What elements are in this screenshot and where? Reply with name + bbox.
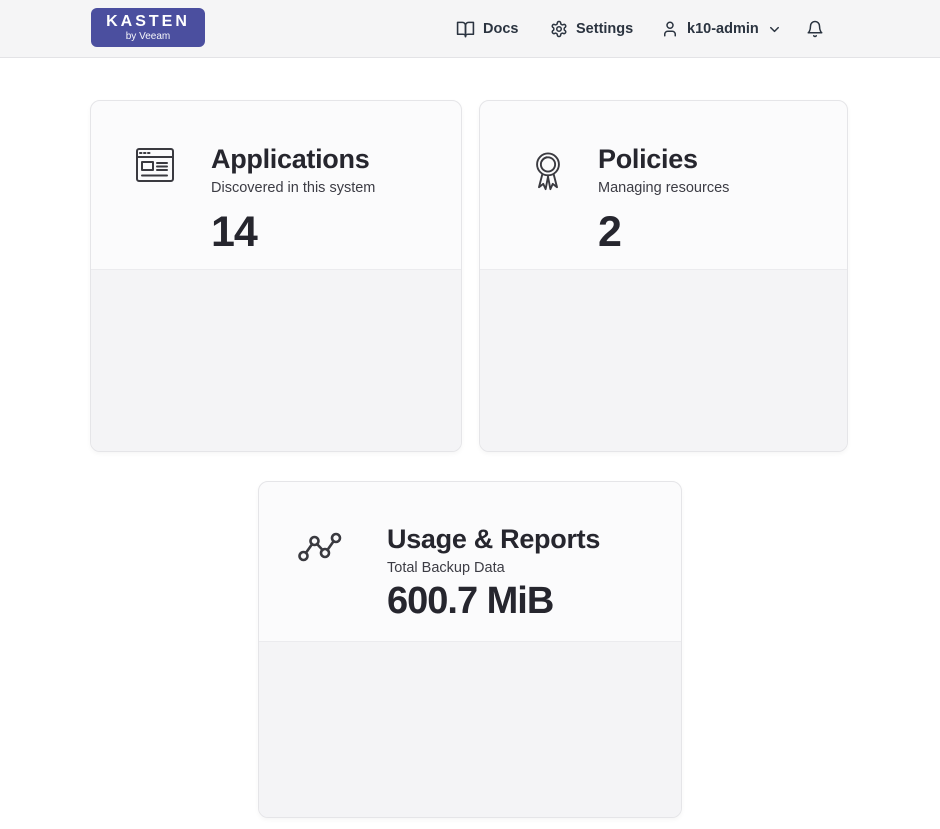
backups-section: BACKUPS Snapshots 0 B 0% Object Storage … — [259, 641, 681, 817]
usage-reports-card: Usage & Reports Total Backup Data 600.7 … — [258, 481, 682, 818]
logo-title: KASTEN — [106, 14, 190, 30]
notifications-button[interactable] — [806, 0, 824, 58]
usage-title: Usage & Reports — [387, 526, 600, 553]
docs-label: Docs — [483, 21, 518, 37]
user-label: k10-admin — [687, 21, 759, 37]
settings-label: Settings — [576, 21, 633, 37]
chevron-down-icon — [767, 22, 782, 37]
usage-subtitle: Total Backup Data — [387, 561, 505, 576]
applications-badges-section: 1 Compliant 0 Non-Compliant 13 Unmanaged — [91, 269, 461, 451]
award-ribbon-icon — [529, 149, 567, 200]
app-header: KASTEN by Veeam Docs Settings k10-admin — [0, 0, 940, 58]
gear-icon — [550, 20, 568, 38]
policies-card: Policies Managing resources 2 2 Backup P… — [479, 100, 848, 452]
applications-title: Applications — [211, 146, 369, 173]
policies-title: Policies — [598, 146, 698, 173]
chart-nodes-icon — [297, 528, 343, 571]
usage-total: 600.7 MiB — [387, 582, 553, 620]
policies-subtitle: Managing resources — [598, 181, 729, 196]
book-icon — [456, 20, 475, 39]
applications-card: Applications Discovered in this system 1… — [90, 100, 462, 452]
user-icon — [661, 20, 679, 38]
settings-link[interactable]: Settings — [550, 0, 633, 58]
docs-link[interactable]: Docs — [456, 0, 518, 58]
applications-count: 14 — [211, 211, 257, 254]
policies-count: 2 — [598, 211, 621, 254]
logo-subtitle: by Veeam — [126, 32, 170, 42]
kasten-logo[interactable]: KASTEN by Veeam — [91, 8, 205, 47]
applications-window-icon — [135, 147, 175, 188]
bell-icon — [806, 20, 824, 38]
policies-badges-section: 2 Backup Policies 0 Import Policies — [480, 269, 847, 451]
applications-subtitle: Discovered in this system — [211, 181, 375, 196]
user-menu[interactable]: k10-admin — [661, 0, 782, 58]
